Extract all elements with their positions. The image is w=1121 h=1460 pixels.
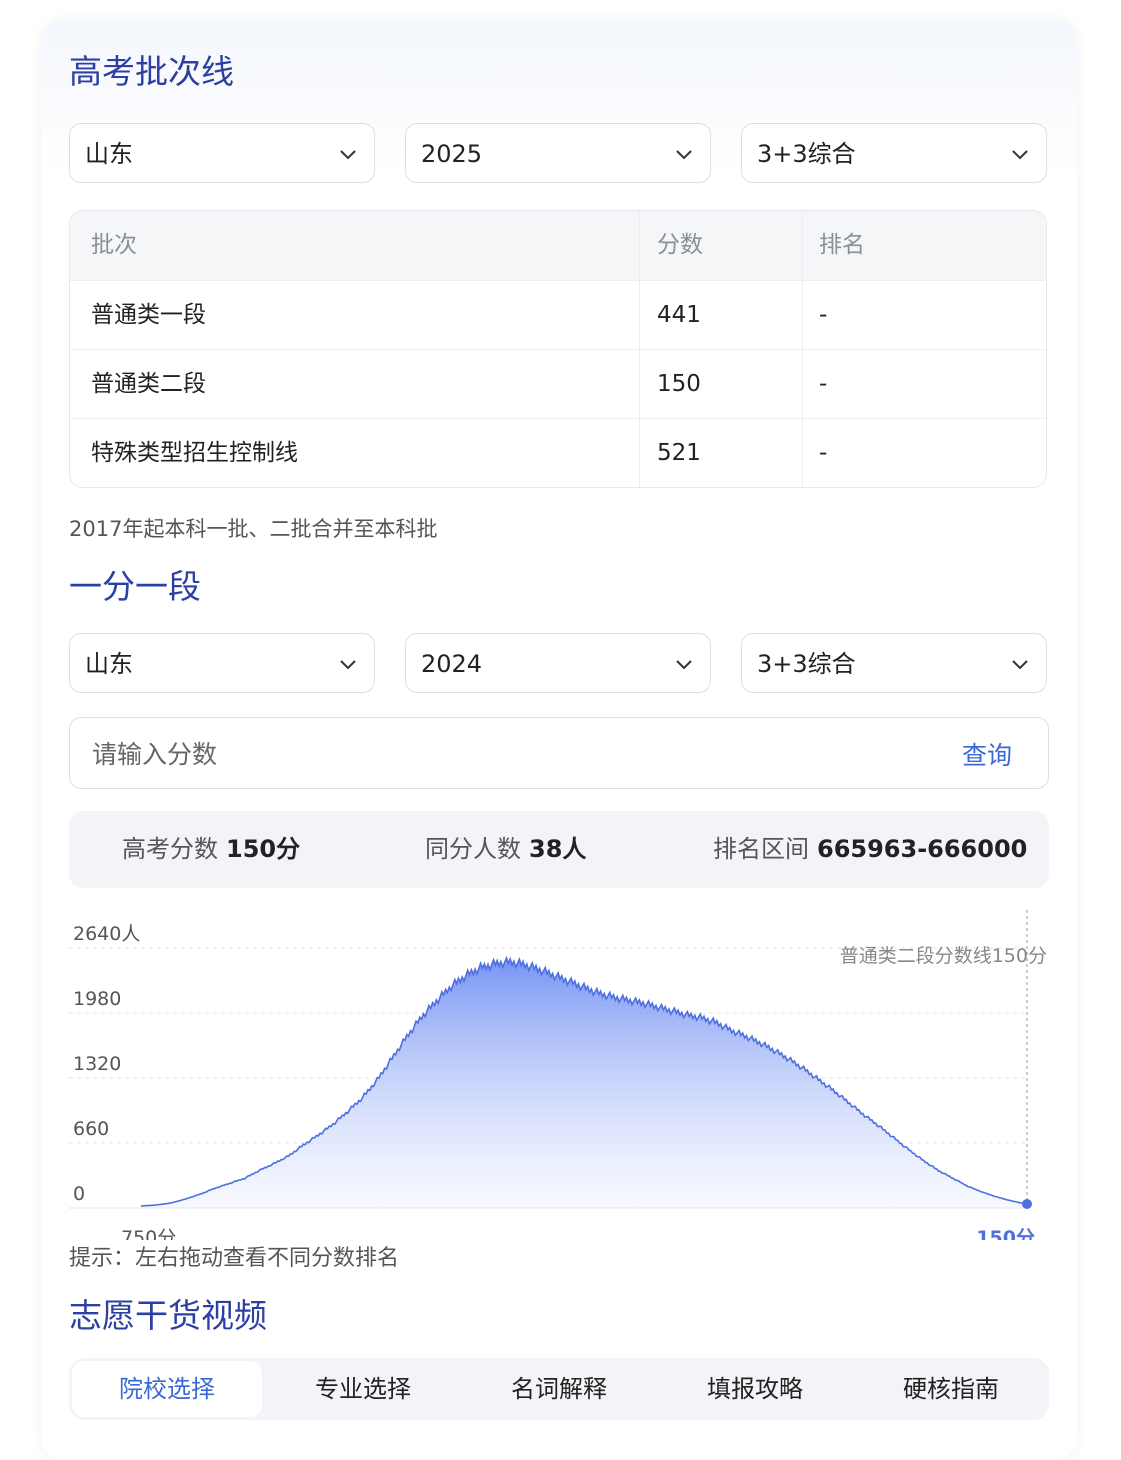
- stat-rank: 排名区间 665963-666000: [713, 833, 1027, 865]
- score-stats-bar: 高考分数 150分 同分人数 38人 排名区间 665963-666000: [69, 811, 1049, 888]
- table-cell-batch: 普通类二段: [91, 371, 206, 397]
- y-tick-label: 2640人: [73, 923, 140, 945]
- stat-count: 同分人数 38人: [425, 833, 586, 865]
- x-end-label: 150分: [976, 1227, 1035, 1240]
- table-row: 普通类二段 150 -: [70, 349, 1046, 419]
- table-header-score: 分数: [657, 232, 703, 258]
- table-header-row: 批次 分数 排名: [70, 211, 1046, 280]
- video-tabs: 院校选择 专业选择 名词解释 填报攻略 硬核指南: [69, 1358, 1049, 1420]
- stat-count-label: 同分人数: [425, 835, 521, 863]
- stat-count-value: 38人: [529, 835, 587, 863]
- score-distribution-chart[interactable]: 0 660 1320 1980 2640人 普通类二段分数线150分 750分 150分: [69, 910, 1059, 1240]
- table-cell-score: 441: [657, 302, 701, 328]
- table-cell-batch: 特殊类型招生控制线: [91, 440, 298, 466]
- tab-hardcore-guide[interactable]: 硬核指南: [856, 1361, 1046, 1417]
- stat-rank-label: 排名区间: [713, 835, 809, 863]
- x-start-label: 750分: [121, 1227, 176, 1240]
- table-header-batch: 批次: [91, 232, 137, 258]
- table-cell-score: 521: [657, 440, 701, 466]
- chevron-down-icon: [1012, 150, 1028, 160]
- table-cell-score: 150: [657, 371, 701, 397]
- table-header-rank: 排名: [819, 232, 865, 258]
- subject-select[interactable]: 3+3综合: [741, 123, 1047, 183]
- year-select-value: 2025: [421, 140, 483, 168]
- table-cell-batch: 普通类一段: [91, 302, 206, 328]
- main-card: 高考批次线 山东 2025 3+3综合 批次 分数 排名 普通类一段 441 -…: [41, 20, 1077, 1460]
- tab-school-choice[interactable]: 院校选择: [72, 1361, 262, 1417]
- subject-select[interactable]: 3+3综合: [741, 633, 1047, 693]
- stat-score: 高考分数 150分: [122, 833, 300, 865]
- year-select[interactable]: 2025: [405, 123, 711, 183]
- query-button[interactable]: 查询: [962, 736, 1012, 772]
- score-marker-label: 普通类二段分数线150分: [840, 945, 1047, 967]
- drag-tip: 提示：左右拖动查看不同分数排名: [69, 1246, 400, 1271]
- province-select[interactable]: 山东: [69, 123, 375, 183]
- chevron-down-icon: [340, 150, 356, 160]
- chevron-down-icon: [1012, 660, 1028, 670]
- table-row: 特殊类型招生控制线 521 -: [70, 418, 1046, 487]
- chevron-down-icon: [676, 150, 692, 160]
- score-input[interactable]: [90, 732, 914, 776]
- tab-filling-strategy[interactable]: 填报攻略: [660, 1361, 850, 1417]
- year-select[interactable]: 2024: [405, 633, 711, 693]
- table-cell-rank: -: [819, 440, 828, 466]
- province-select[interactable]: 山东: [69, 633, 375, 693]
- y-tick-label: 1320: [73, 1053, 121, 1075]
- chart-area: [141, 957, 1027, 1208]
- year-select-value: 2024: [421, 650, 483, 678]
- subject-select-value: 3+3综合: [757, 650, 856, 678]
- table-cell-rank: -: [819, 371, 828, 397]
- table-divider: [802, 211, 803, 487]
- y-tick-label: 660: [73, 1118, 109, 1140]
- score-search: 查询: [69, 717, 1049, 789]
- section-title-score: 一分一段: [69, 567, 201, 606]
- section-title-batch: 高考批次线: [69, 52, 234, 91]
- chevron-down-icon: [340, 660, 356, 670]
- stat-rank-value: 665963-666000: [817, 835, 1028, 863]
- section-title-video: 志愿干货视频: [69, 1296, 267, 1335]
- score-marker-dot[interactable]: [1022, 1199, 1032, 1209]
- y-tick-label: 0: [73, 1183, 85, 1205]
- table-cell-rank: -: [819, 302, 828, 328]
- table-row: 普通类一段 441 -: [70, 280, 1046, 350]
- tab-glossary[interactable]: 名词解释: [464, 1361, 654, 1417]
- stat-score-label: 高考分数: [122, 835, 218, 863]
- table-divider: [639, 211, 640, 487]
- subject-select-value: 3+3综合: [757, 140, 856, 168]
- province-select-value: 山东: [85, 140, 133, 168]
- tab-major-choice[interactable]: 专业选择: [268, 1361, 458, 1417]
- merge-note: 2017年起本科一批、二批合并至本科批: [69, 517, 438, 541]
- batch-table: 批次 分数 排名 普通类一段 441 - 普通类二段 150 - 特殊类型招生控…: [69, 210, 1047, 488]
- province-select-value: 山东: [85, 650, 133, 678]
- y-tick-label: 1980: [73, 988, 121, 1010]
- chevron-down-icon: [676, 660, 692, 670]
- stat-score-value: 150分: [226, 835, 301, 863]
